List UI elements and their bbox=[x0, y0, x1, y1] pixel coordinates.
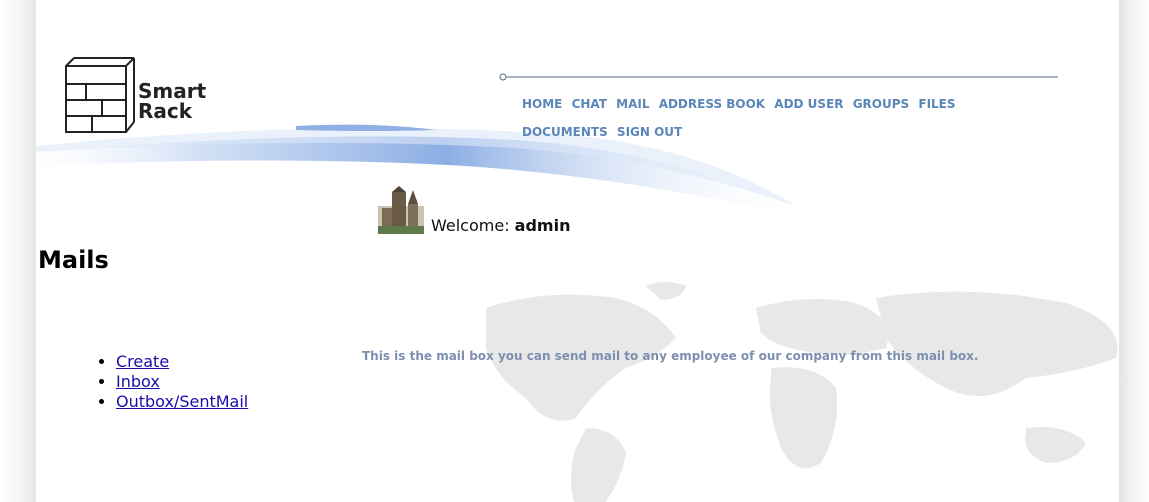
inbox-link[interactable]: Inbox bbox=[116, 372, 160, 391]
logo-text-rack: Rack bbox=[138, 99, 193, 123]
nav-mail[interactable]: MAIL bbox=[616, 97, 649, 111]
nav-groups[interactable]: GROUPS bbox=[853, 97, 909, 111]
outbox-sentmail-link[interactable]: Outbox/SentMail bbox=[116, 392, 248, 411]
nav-add-user[interactable]: ADD USER bbox=[774, 97, 843, 111]
page-title: Mails bbox=[38, 246, 109, 274]
logo-text: Smart Rack bbox=[138, 81, 206, 121]
mailbox-description: This is the mail box you can send mail t… bbox=[362, 349, 979, 363]
page-shadow-right bbox=[1119, 0, 1149, 502]
mail-menu-item: Create bbox=[116, 352, 248, 372]
page-shadow-left bbox=[0, 0, 36, 502]
page: Smart Rack HOME CHAT MAIL ADDRESS BOOK A… bbox=[36, 8, 1119, 502]
nav-files[interactable]: FILES bbox=[918, 97, 955, 111]
nav-chat[interactable]: CHAT bbox=[572, 97, 607, 111]
mail-menu-item: Outbox/SentMail bbox=[116, 392, 248, 412]
nav-address-book[interactable]: ADDRESS BOOK bbox=[659, 97, 765, 111]
nav-divider-line bbox=[499, 73, 1058, 81]
nav-home[interactable]: HOME bbox=[522, 97, 562, 111]
welcome-message: Welcome: admin bbox=[431, 216, 570, 235]
user-avatar bbox=[378, 186, 424, 234]
main-navigation: HOME CHAT MAIL ADDRESS BOOK ADD USER GRO… bbox=[522, 90, 1022, 146]
create-link[interactable]: Create bbox=[116, 352, 169, 371]
mail-menu: Create Inbox Outbox/SentMail bbox=[98, 352, 248, 412]
welcome-username: admin bbox=[514, 216, 571, 235]
mail-menu-item: Inbox bbox=[116, 372, 248, 392]
nav-sign-out[interactable]: SIGN OUT bbox=[617, 125, 682, 139]
nav-documents[interactable]: DOCUMENTS bbox=[522, 125, 608, 139]
logo-text-smart: Smart bbox=[138, 79, 207, 103]
world-map-background bbox=[486, 282, 1118, 502]
welcome-label: Welcome: bbox=[431, 216, 510, 235]
